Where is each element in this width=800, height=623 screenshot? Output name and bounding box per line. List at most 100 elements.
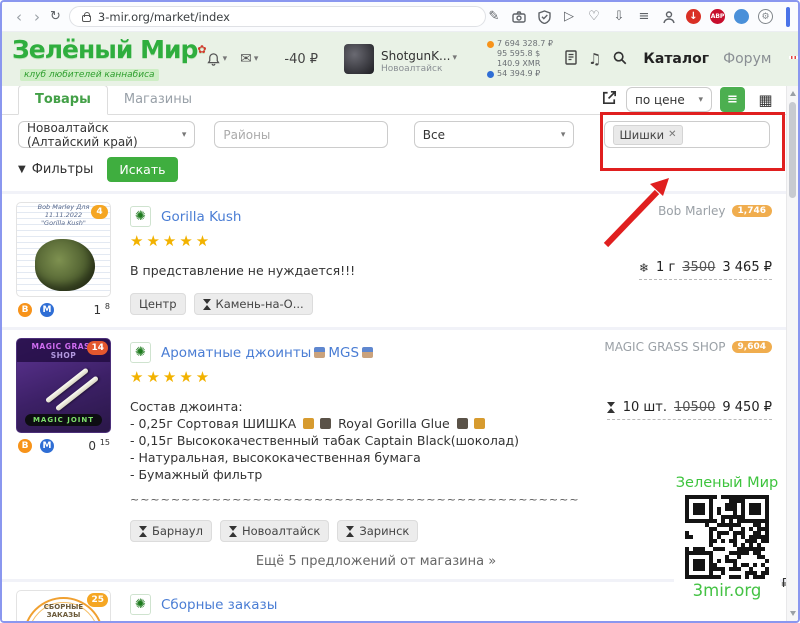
share-icon[interactable] — [601, 89, 618, 110]
scrollbar-thumb[interactable] — [789, 102, 796, 198]
product-title-link[interactable]: Gorilla Kush — [161, 209, 241, 225]
district-tag[interactable]: Камень-на-О... — [194, 293, 313, 315]
remove-chip-icon[interactable]: ✕ — [668, 129, 676, 140]
product-card-joints: 14 MAGIC GRASSSHOP MAGIC JOINT B M 0 15 — [2, 327, 786, 579]
scroll-down-arrow[interactable] — [790, 611, 796, 616]
trophy-emoji-icon — [474, 418, 485, 429]
btc-icon — [487, 41, 494, 48]
product-title-link[interactable]: Ароматные джоинтыMGS — [161, 345, 376, 361]
product-image[interactable]: 25 СБОРНЫЕЗАКАЗЫ Доставим — [16, 590, 111, 621]
downloader-extension-icon[interactable]: ↓ — [686, 9, 701, 24]
address-bar[interactable]: 3-mir.org/market/index — [69, 6, 486, 27]
shop-name-link[interactable]: Bob Marley — [658, 204, 725, 218]
photo-count-badge: 25 — [87, 593, 108, 607]
rules-book-icon[interactable] — [565, 50, 577, 69]
wizard-emoji-icon — [362, 347, 373, 358]
shop-rating-badge: 9,604 — [732, 341, 772, 353]
hourglass-icon — [203, 299, 212, 310]
rating-stars: ★★★★★ — [130, 620, 622, 621]
product-image[interactable]: 14 MAGIC GRASSSHOP MAGIC JOINT — [16, 338, 111, 433]
messages-button[interactable]: ✉ ▾ — [240, 51, 258, 67]
extensions-icon[interactable]: ⚙ — [758, 9, 773, 24]
avatar[interactable] — [344, 44, 374, 74]
search-button[interactable]: Искать — [107, 157, 177, 182]
heart-icon[interactable]: ♡ — [586, 9, 602, 25]
district-tag[interactable]: Барнаул — [130, 520, 212, 542]
blue-extension-icon[interactable] — [734, 9, 749, 24]
list-view-button[interactable]: ≡ — [720, 87, 745, 112]
districts-field[interactable] — [214, 121, 387, 148]
price-row[interactable]: 10 шт. 10500 9 450 ₽ — [607, 400, 772, 420]
leaf-category-icon: ✺ — [130, 206, 151, 227]
user-menu[interactable]: ShotgunK...▾ Новоалтайск — [344, 44, 457, 74]
trophy-emoji-icon — [303, 418, 314, 429]
profile-strip[interactable] — [786, 7, 790, 27]
image-caption: MAGIC JOINT — [25, 414, 102, 426]
grid-view-button[interactable]: ▦ — [753, 87, 778, 112]
city-value: Новоалтайск (Алтайский край) — [27, 121, 180, 149]
filters-toggle[interactable]: ▼ Фильтры — [18, 162, 93, 177]
menu-lines-icon[interactable]: ≡ — [636, 9, 652, 25]
balance-amount[interactable]: -40 ₽ — [284, 52, 318, 67]
main-content: Товары Магазины по цене ▾ ≡ ▦ Новоалтайс… — [2, 86, 786, 621]
sort-value: по цене — [635, 93, 685, 107]
district-tag[interactable]: Заринск — [337, 520, 418, 542]
qr-title: Зеленый Мир — [674, 475, 780, 491]
search-tags-field[interactable]: Шишки ✕ — [604, 121, 770, 148]
product-list: 4 Bob Marley Для 11.11.2022 "Gorilla Kus… — [2, 191, 786, 621]
hourglass-icon — [346, 526, 355, 537]
district-tag[interactable]: Центр — [130, 293, 186, 315]
filter-actions-row: ▼ Фильтры Искать — [18, 157, 770, 182]
shield-check-icon[interactable] — [536, 9, 552, 25]
send-icon[interactable]: ▷ — [561, 9, 577, 25]
category-value: Все — [423, 128, 445, 142]
camera-icon[interactable] — [511, 9, 527, 25]
forward-icon[interactable]: › — [34, 8, 40, 26]
download-icon[interactable]: ⇩ — [611, 9, 627, 25]
site-logo[interactable]: Зелёный Мир✿ клуб любителей каннабиса — [12, 38, 206, 81]
districts-input[interactable] — [223, 128, 378, 142]
product-image[interactable]: 4 Bob Marley Для 11.11.2022 "Gorilla Kus… — [16, 202, 111, 297]
product-title-link[interactable]: Сборные заказы — [161, 597, 277, 613]
filter-row: Новоалтайск (Алтайский край) ▾ Все ▾ Шиш… — [18, 121, 770, 148]
caret-down-icon: ▾ — [254, 54, 259, 64]
price-row[interactable]: ❄ 1 г 3500 3 465 ₽ — [639, 260, 772, 280]
exchange-rates: 7 694 328.7 ₽ 95 595.8 $ 140.9 XMR 54 39… — [487, 39, 553, 79]
nav-forum[interactable]: Форум — [723, 51, 771, 67]
hourglass-icon — [139, 526, 148, 537]
user-city: Новоалтайск — [381, 64, 457, 74]
url-text[interactable]: 3-mir.org/market/index — [98, 10, 230, 24]
sort-select[interactable]: по цене ▾ — [626, 87, 712, 112]
search-icon[interactable] — [612, 50, 627, 69]
browser-window: ‹ › ↻ 3-mir.org/market/index ✎ ▷ ♡ ⇩ ≡ ↓… — [0, 0, 800, 623]
music-icon[interactable]: ♫ — [588, 50, 601, 68]
back-icon[interactable]: ‹ — [16, 8, 22, 26]
profile-icon[interactable] — [661, 9, 677, 25]
nav-catalog[interactable]: Каталог — [643, 51, 709, 67]
flower-icon: ✿ — [197, 43, 205, 56]
shop-name-link[interactable]: MAGIC GRASS SHOP — [604, 340, 725, 354]
scrollbar[interactable] — [786, 86, 798, 621]
district-tag[interactable]: Новоалтайск — [220, 520, 329, 542]
btc-payment-icon: B — [18, 439, 32, 453]
city-select[interactable]: Новоалтайск (Алтайский край) ▾ — [18, 121, 195, 148]
reload-icon[interactable]: ↻ — [50, 9, 61, 24]
tab-shops[interactable]: Магазины — [108, 86, 208, 114]
tab-products[interactable]: Товары — [18, 86, 108, 115]
rate-xmr: 140.9 XMR — [497, 59, 540, 69]
joint-graphic — [55, 376, 99, 412]
notifications-button[interactable]: ▾ — [206, 52, 228, 67]
category-select[interactable]: Все ▾ — [414, 121, 575, 148]
gorilla-emoji-icon — [320, 418, 331, 429]
more-offers-link[interactable]: Ещё 5 предложений от магазина » — [130, 554, 622, 569]
adblock-extension-icon[interactable]: ABP — [710, 9, 725, 24]
scroll-up-arrow[interactable] — [790, 91, 796, 96]
xmr-payment-icon: M — [40, 303, 54, 317]
caret-down-icon: ▾ — [223, 54, 228, 64]
filter-funnel-icon: ▼ — [18, 164, 26, 175]
lock-icon — [82, 15, 91, 22]
caret-down-icon: ▾ — [452, 53, 457, 63]
rating-stars: ★★★★★ — [130, 232, 622, 250]
edit-icon[interactable]: ✎ — [486, 9, 502, 25]
search-chip[interactable]: Шишки ✕ — [613, 125, 682, 145]
